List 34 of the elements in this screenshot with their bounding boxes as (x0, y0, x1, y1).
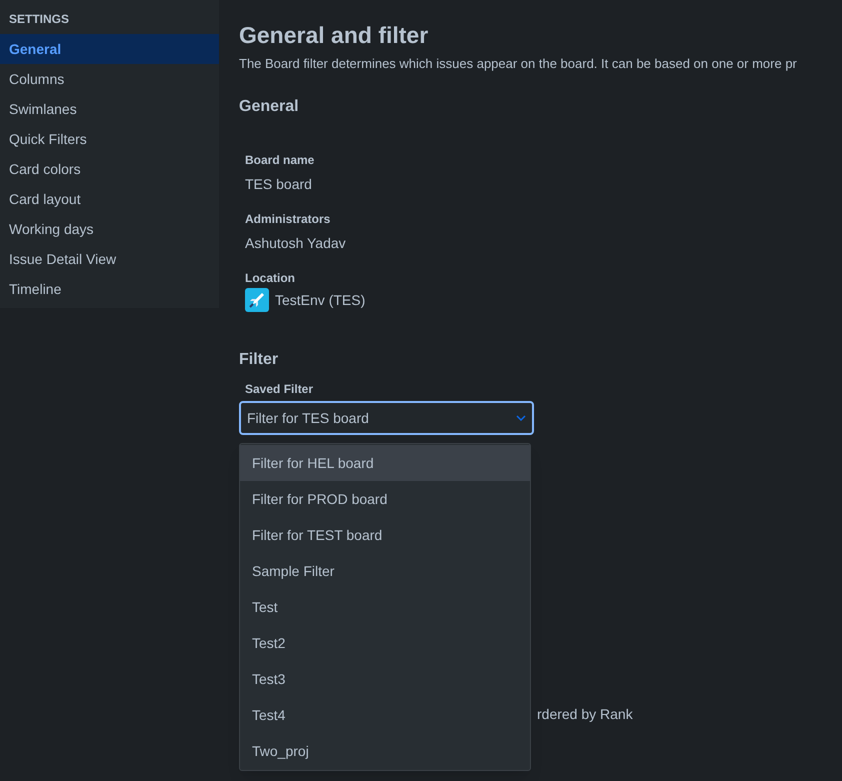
sidebar-item[interactable]: Card layout (0, 184, 219, 214)
sidebar-heading: SETTINGS (8, 11, 70, 28)
sidebar-item[interactable]: Card colors (0, 154, 219, 184)
sidebar-item[interactable]: Issue Detail View (0, 244, 219, 274)
ranking-note: rdered by Rank (537, 705, 633, 724)
page-title: General and filter (239, 21, 430, 50)
sidebar-item[interactable]: Columns (0, 64, 219, 94)
chevron-down-icon (516, 415, 526, 421)
section-heading: General (239, 97, 300, 117)
field-value: Ashutosh Yadav (245, 234, 347, 253)
field-label: Saved Filter (244, 381, 314, 397)
sidebar-item[interactable]: Swimlanes (0, 94, 219, 124)
field-label: Location (245, 270, 296, 286)
rocket-icon (245, 288, 269, 312)
sidebar-item[interactable]: Quick Filters (0, 124, 219, 154)
field-value: TestEnv (TES) (275, 291, 366, 310)
saved-filter-select[interactable]: Filter for TES board (239, 401, 534, 435)
sidebar-item[interactable]: Timeline (0, 274, 219, 304)
field-value: TES board (245, 175, 313, 194)
dropdown-option[interactable]: Test (240, 589, 530, 625)
dropdown-option[interactable]: Filter for HEL board (240, 445, 530, 481)
dropdown-option[interactable]: Two_proj (240, 733, 530, 769)
dropdown-option[interactable]: Test3 (240, 661, 530, 697)
page-description: The Board filter determines which issues appear on the board. It can be based on one or more pr (239, 55, 798, 73)
dropdown-option[interactable]: Filter for TEST board (240, 517, 530, 553)
dropdown-option[interactable]: Test4 (240, 697, 530, 733)
sidebar-item[interactable]: General (0, 34, 219, 64)
dropdown-option[interactable]: Test2 (240, 625, 530, 661)
field-label: Board name (245, 152, 316, 168)
dropdown-option[interactable]: Filter for PROD board (240, 481, 530, 517)
dropdown-option[interactable]: Sample Filter (240, 553, 530, 589)
section-heading: Filter (239, 350, 280, 370)
sidebar-item[interactable]: Working days (0, 214, 219, 244)
field-label: Administrators (245, 211, 332, 227)
